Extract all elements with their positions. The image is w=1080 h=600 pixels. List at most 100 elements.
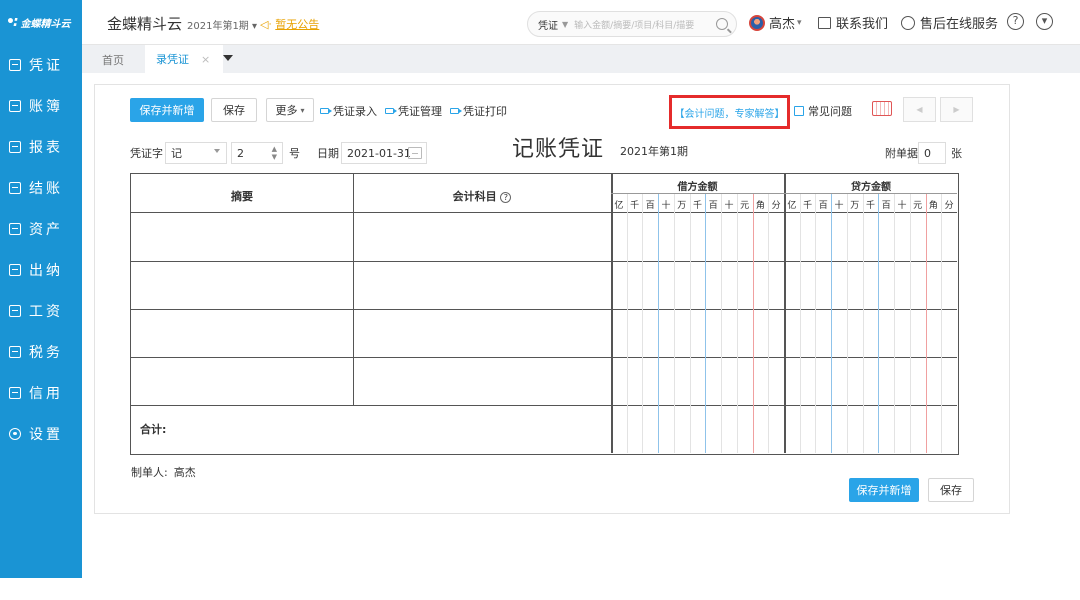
voucher-entry-link[interactable]: 凭证录入 <box>320 103 377 119</box>
sidebar-item-label: 报表 <box>29 139 63 156</box>
save-bottom-button[interactable]: 保存 <box>928 478 974 502</box>
help-icon[interactable]: ? <box>500 192 512 203</box>
summary-cell[interactable] <box>131 262 353 309</box>
more-dropdown[interactable]: 更多 ▾ <box>266 98 314 122</box>
voucher-print-link[interactable]: 凭证打印 <box>450 103 507 119</box>
save-button[interactable]: 保存 <box>211 98 257 122</box>
calculator-icon[interactable] <box>872 101 892 116</box>
payroll-icon <box>9 304 21 317</box>
more-label: 更多 <box>275 104 298 117</box>
search-input[interactable]: 输入金额/摘要/项目/科目/描要 <box>574 18 716 31</box>
expert-answer-link[interactable]: 【会计问题，专家解答】 <box>669 95 790 129</box>
tab-voucher-entry[interactable]: 录凭证 × <box>145 45 223 73</box>
voucher-word-value: 记 <box>171 147 182 160</box>
sidebar-item-6[interactable]: 工资 <box>0 290 82 331</box>
digit-header: 百 <box>818 201 828 211</box>
account-cell[interactable] <box>353 213 611 261</box>
video-icon <box>385 108 397 114</box>
search-kind[interactable]: 凭证 <box>538 17 558 32</box>
maker-value: 高杰 <box>173 466 196 479</box>
credit-cell[interactable] <box>784 262 957 309</box>
digit-header: 分 <box>944 201 954 211</box>
online-support-link[interactable]: 售后在线服务 <box>901 13 998 32</box>
digit-header: 千 <box>692 201 702 211</box>
sidebar-item-8[interactable]: 信用 <box>0 372 82 413</box>
header-subdivider <box>611 193 957 194</box>
prev-voucher-button[interactable]: ◀ <box>903 97 936 122</box>
voucher-manage-link[interactable]: 凭证管理 <box>385 103 442 119</box>
number-unit: 号 <box>289 147 300 160</box>
debit-cell[interactable] <box>611 310 784 357</box>
digit-header: 百 <box>645 201 655 211</box>
tab-dropdown-icon[interactable] <box>223 55 233 61</box>
attachments-input[interactable]: 0 <box>918 142 946 164</box>
debit-cell[interactable] <box>611 358 784 405</box>
sidebar-item-2[interactable]: 报表 <box>0 126 82 167</box>
sidebar-item-0[interactable]: 凭证 <box>0 44 82 85</box>
chevron-down-icon: ▾ <box>252 21 258 32</box>
voucher-panel: 保存并新增 保存 更多 ▾ 凭证录入 凭证管理 凭证打印 【会计问题，专家解答】… <box>94 84 1010 514</box>
save-and-new-bottom-button[interactable]: 保存并新增 <box>849 478 919 502</box>
credit-cell[interactable] <box>784 310 957 357</box>
search-icon[interactable] <box>716 18 728 30</box>
help-icon[interactable]: ? <box>1007 13 1024 30</box>
summary-cell[interactable] <box>131 213 353 261</box>
report-icon <box>9 140 21 153</box>
video-icon <box>320 108 332 114</box>
summary-cell[interactable] <box>131 358 353 405</box>
account-cell[interactable] <box>353 310 611 357</box>
credit-cell[interactable] <box>784 213 957 261</box>
credit-cell[interactable] <box>784 358 957 405</box>
logo: •: 金蝶精斗云 <box>0 0 82 44</box>
faq-link[interactable]: 常见问题 <box>794 103 852 119</box>
debit-cell[interactable] <box>611 262 784 309</box>
voucher-word-label: 凭证字 <box>130 147 163 160</box>
stepper-arrows-icon[interactable]: ▲ ▼ <box>272 145 277 161</box>
debit-cell[interactable] <box>611 213 784 261</box>
faq-label: 常见问题 <box>808 105 852 118</box>
date-value: 2021-01-31 <box>347 146 411 160</box>
digit-header: 亿 <box>787 201 797 211</box>
next-voucher-button[interactable]: ▶ <box>940 97 973 122</box>
summary-cell[interactable] <box>131 310 353 357</box>
print-label: 凭证打印 <box>463 105 507 118</box>
close-icon[interactable]: × <box>201 53 210 66</box>
save-and-new-button[interactable]: 保存并新增 <box>130 98 204 122</box>
account-cell[interactable] <box>353 358 611 405</box>
contact-us-link[interactable]: 联系我们 <box>818 13 888 32</box>
sidebar-item-label: 工资 <box>29 303 63 320</box>
logo-text: 金蝶精斗云 <box>20 18 71 30</box>
chevron-down-icon: ▾ <box>797 17 802 28</box>
closing-icon <box>9 181 21 194</box>
account-header-label: 会计科目 <box>452 190 497 203</box>
app-title: 金蝶精斗云 <box>107 15 183 33</box>
tab-home[interactable]: 首页 <box>102 52 124 68</box>
account-cell[interactable] <box>353 262 611 309</box>
top-header: 金蝶精斗云 2021年第1期 ▾ ◁ᐧ 暂无公告 凭证 ▼ 输入金额/摘要/项目/… <box>82 0 1080 45</box>
voucher-title: 记账凭证 <box>512 137 605 162</box>
assets-icon <box>9 222 21 235</box>
user-menu[interactable]: 高杰 ▾ <box>749 13 802 32</box>
sidebar-item-1[interactable]: 账簿 <box>0 85 82 126</box>
sidebar-item-5[interactable]: 出纳 <box>0 249 82 290</box>
digit-header: 分 <box>771 201 781 211</box>
period-selector[interactable]: 2021年第1期 ▾ <box>187 17 257 32</box>
calendar-icon[interactable] <box>408 147 422 159</box>
sidebar-item-4[interactable]: 资产 <box>0 208 82 249</box>
notification-icon[interactable]: ▾ <box>1036 13 1053 30</box>
search-box[interactable]: 凭证 ▼ 输入金额/摘要/项目/科目/描要 <box>527 11 737 37</box>
notice-link[interactable]: ◁ᐧ 暂无公告 <box>260 16 319 32</box>
digit-header: 十 <box>724 201 734 211</box>
faq-icon <box>794 106 804 116</box>
date-field[interactable]: 2021-01-31 <box>341 142 427 164</box>
sidebar-item-9[interactable]: 设置 <box>0 413 82 454</box>
chevron-down-icon: ▾ <box>300 105 305 115</box>
video-icon <box>450 108 462 114</box>
sidebar-item-3[interactable]: 结账 <box>0 167 82 208</box>
digit-header: 亿 <box>614 201 624 211</box>
sidebar-item-7[interactable]: 税务 <box>0 331 82 372</box>
credit-icon <box>9 386 21 399</box>
tax-icon <box>9 345 21 358</box>
voucher-word-select[interactable]: 记 <box>165 142 227 164</box>
voucher-number-stepper[interactable]: 2 ▲ ▼ <box>231 142 283 164</box>
